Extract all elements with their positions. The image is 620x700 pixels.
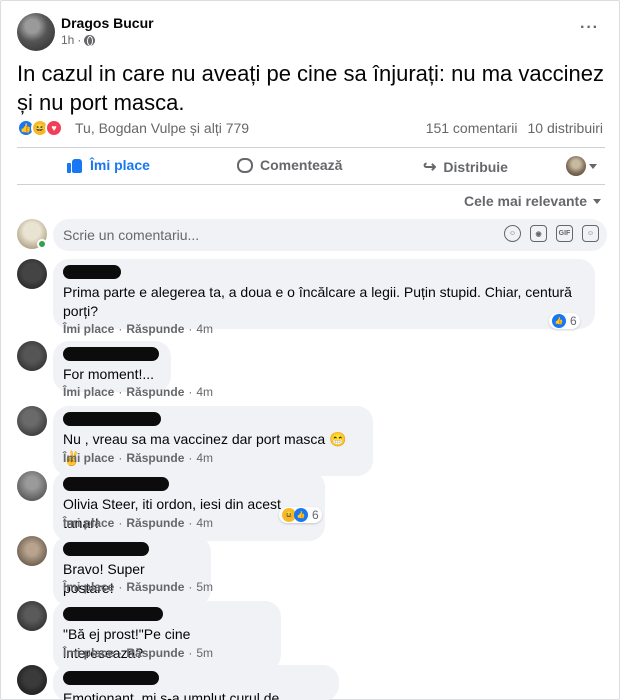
- post-time[interactable]: 1h: [61, 33, 74, 47]
- comment-text: For moment!...: [63, 366, 155, 382]
- comment-input-placeholder[interactable]: Scrie un comentariu...: [63, 227, 199, 243]
- comment-text: Emoționant, mi s-a umplut curul de lacri…: [63, 690, 280, 700]
- comment-actions: Îmi place · Răspunde · 5m: [63, 580, 214, 594]
- reaction-count: 6: [570, 314, 577, 328]
- sort-label: Cele mai relevante: [464, 193, 587, 209]
- comment-like-button[interactable]: Îmi place: [63, 580, 114, 594]
- love-reaction-icon: ♥: [45, 119, 63, 137]
- like-reaction-icon: 👍: [294, 508, 308, 522]
- comment-reactions[interactable]: 😆 👍 6: [279, 507, 322, 523]
- comment-like-button[interactable]: Îmi place: [63, 385, 114, 399]
- comment-reply-button[interactable]: Răspunde: [126, 580, 184, 594]
- comment-time[interactable]: 4m: [196, 385, 213, 399]
- comment-bubble: "Bă ej prost!"Pe cine intereseaza?: [53, 601, 281, 671]
- more-horizontal-icon: ···: [580, 19, 599, 36]
- comment-actions: Îmi place · Răspunde · 5m: [63, 646, 214, 660]
- sticker-icon[interactable]: ☺: [582, 225, 599, 242]
- share-label: Distribuie: [443, 159, 508, 175]
- chevron-down-icon: [593, 198, 601, 204]
- comment-actions: Îmi place · Răspunde · 4m: [63, 451, 214, 465]
- redacted-name: [63, 412, 161, 426]
- like-thumb-icon: [67, 157, 83, 173]
- comment-actions: Îmi place · Răspunde · 4m: [63, 385, 214, 399]
- post-card: Dragos Bucur 1h · ··· In cazul in care n…: [0, 0, 620, 700]
- comment-sort-dropdown[interactable]: Cele mai relevante: [464, 193, 601, 209]
- post-actions: Îmi place Comentează ↪ Distribuie: [17, 151, 607, 183]
- comment-bubble: Emoționant, mi s-a umplut curul de lacri…: [53, 665, 339, 700]
- comment-like-button[interactable]: Îmi place: [63, 451, 114, 465]
- post-text: In cazul in care nu aveați pe cine sa în…: [17, 61, 604, 115]
- comment-composer: Scrie un comentariu... ☺ ◉ GIF ☺: [17, 219, 607, 253]
- redacted-name: [63, 265, 121, 279]
- avatar[interactable]: [17, 341, 47, 371]
- online-status-dot: [37, 239, 47, 249]
- comment-bubble: Prima parte e alegerea ta, a doua e o în…: [53, 259, 595, 329]
- avatar[interactable]: [17, 259, 47, 289]
- redacted-name: [63, 542, 149, 556]
- smiley-icon[interactable]: ☺: [504, 225, 521, 242]
- avatar[interactable]: [17, 665, 47, 695]
- comment-like-button[interactable]: Îmi place: [63, 516, 114, 530]
- redacted-name: [63, 671, 159, 685]
- like-reaction-icon: 👍: [552, 314, 566, 328]
- composer-tools: ☺ ◉ GIF ☺: [504, 225, 599, 242]
- post-counts: 151 comentarii 10 distribuiri: [426, 120, 603, 136]
- comment-bubble: Nu , vreau sa ma vaccinez dar port masca…: [53, 406, 373, 476]
- comment-reply-button[interactable]: Răspunde: [126, 646, 184, 660]
- more-options-button[interactable]: ···: [580, 19, 599, 37]
- comment-actions: Îmi place · Răspunde · 4m: [63, 516, 214, 530]
- comment-reply-button[interactable]: Răspunde: [126, 516, 184, 530]
- comment-bubble: Bravo! Super postare!: [53, 536, 211, 606]
- avatar[interactable]: [17, 406, 47, 436]
- comment-time[interactable]: 4m: [196, 322, 213, 336]
- camera-icon[interactable]: ◉: [530, 225, 547, 242]
- reactions-summary[interactable]: 👍 😆 ♥ Tu, Bogdan Vulpe și alți 779 151 c…: [17, 117, 607, 139]
- comment-time[interactable]: 4m: [196, 451, 213, 465]
- avatar[interactable]: [17, 471, 47, 501]
- divider: [17, 147, 605, 148]
- comment-text: Prima parte e alegerea ta, a doua e o în…: [63, 284, 572, 319]
- comments-count[interactable]: 151 comentarii: [426, 120, 518, 136]
- globe-icon: [84, 34, 96, 46]
- avatar: [566, 156, 586, 176]
- author-name[interactable]: Dragos Bucur: [61, 15, 154, 31]
- comment-time[interactable]: 5m: [196, 580, 213, 594]
- avatar[interactable]: [17, 536, 47, 566]
- comment-time[interactable]: 4m: [196, 516, 213, 530]
- comment-input[interactable]: Scrie un comentariu... ☺ ◉ GIF ☺: [53, 219, 607, 251]
- divider: [17, 184, 605, 185]
- react-as-selector[interactable]: [566, 156, 597, 176]
- redacted-name: [63, 347, 159, 361]
- gif-icon[interactable]: GIF: [556, 225, 573, 242]
- redacted-name: [63, 607, 163, 621]
- author-avatar[interactable]: [17, 13, 55, 51]
- comment-reply-button[interactable]: Răspunde: [126, 451, 184, 465]
- comment-bubble: Olivia Steer, iti ordon, iesi din acest …: [53, 471, 325, 541]
- comment-actions: Îmi place · Răspunde · 4m: [63, 322, 214, 336]
- reaction-names[interactable]: Tu, Bogdan Vulpe și alți 779: [75, 120, 249, 136]
- chevron-down-icon: [589, 163, 597, 169]
- comment-like-button[interactable]: Îmi place: [63, 646, 114, 660]
- comment-reply-button[interactable]: Răspunde: [126, 385, 184, 399]
- like-label: Îmi place: [90, 157, 150, 173]
- comment-reactions[interactable]: 👍 6: [549, 313, 580, 329]
- redacted-name: [63, 477, 169, 491]
- comment-time[interactable]: 5m: [196, 646, 213, 660]
- share-arrow-icon: ↪: [423, 159, 437, 176]
- comment-button[interactable]: Comentează: [237, 157, 342, 173]
- comment-bubble-icon: [237, 157, 253, 173]
- comment-reply-button[interactable]: Răspunde: [126, 322, 184, 336]
- comment-like-button[interactable]: Îmi place: [63, 322, 114, 336]
- post-meta: 1h ·: [61, 33, 96, 47]
- shares-count[interactable]: 10 distribuiri: [528, 120, 603, 136]
- reaction-count: 6: [312, 508, 319, 522]
- like-button[interactable]: Îmi place: [67, 157, 150, 173]
- comment-label: Comentează: [260, 157, 343, 173]
- share-button[interactable]: ↪ Distribuie: [423, 157, 508, 177]
- post-header: Dragos Bucur 1h · ···: [17, 13, 607, 53]
- reaction-icons: 👍 😆 ♥: [17, 119, 63, 137]
- avatar[interactable]: [17, 601, 47, 631]
